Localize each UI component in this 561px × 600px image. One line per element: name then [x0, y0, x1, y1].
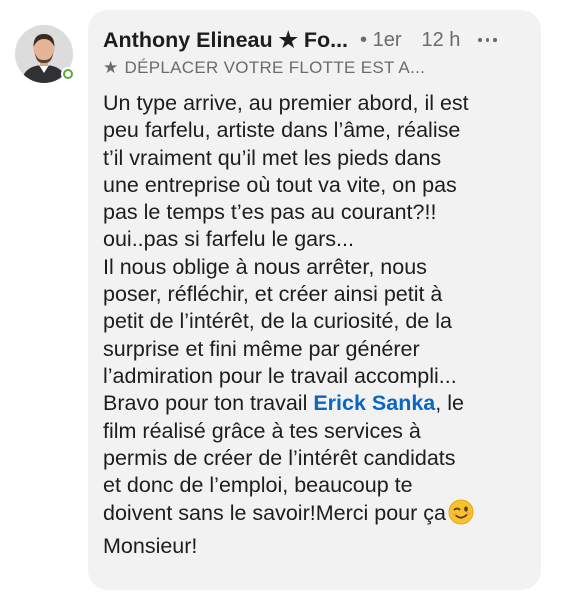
- more-options-icon[interactable]: [478, 34, 497, 46]
- connection-degree: • 1er: [360, 28, 402, 51]
- comment-line: surprise et fini même par générer: [103, 336, 420, 361]
- comment-line: Un type arrive, au premier abord, il est: [103, 91, 469, 115]
- comment-line-with-mention: Bravo pour ton travail Erick Sanka, le: [103, 390, 535, 417]
- comment-line: une entreprise où tout va vite, on pas: [103, 172, 457, 197]
- comment-line: Il nous oblige à nous arrêter, nous: [103, 254, 427, 279]
- comment-line: poser, réfléchir, et créer ainsi petit à: [103, 282, 443, 307]
- comment-line: l’admiration pour le travail accompli...: [103, 363, 457, 388]
- author-headline-text: DÉPLACER VOTRE FLOTTE EST A...: [124, 58, 426, 77]
- comment-timestamp: 12 h: [421, 28, 461, 51]
- comment-line: pas le temps t’es pas au courant?!!: [103, 200, 437, 225]
- online-status-icon: [61, 67, 75, 81]
- comment-line: petit de l’intérêt, de la curiosité, de …: [103, 309, 452, 334]
- comment-header: Anthony Elineau ★ Fo... • 1er 12 h: [103, 26, 528, 54]
- comment-line: peu farfelu, artiste dans l’âme, réalise: [103, 118, 461, 143]
- author-avatar[interactable]: [15, 25, 75, 83]
- comment-body: Un type arrive, au premier abord, il est…: [103, 90, 535, 560]
- comment-card: Anthony Elineau ★ Fo... • 1er 12 h ★ DÉP…: [88, 10, 541, 590]
- comment-line: oui..pas si farfelu le gars...: [103, 227, 354, 252]
- mention-prefix: Bravo pour ton travail: [103, 391, 314, 416]
- comment-line: et donc de l’emploi, beaucoup te: [103, 473, 413, 498]
- star-icon: ★: [103, 58, 119, 77]
- comment-line-with-emoji: doivent sans le savoir!Merci pour ça: [103, 499, 535, 532]
- winking-face-icon: [448, 499, 474, 532]
- comment-line: Monsieur!: [103, 533, 198, 558]
- author-name[interactable]: Anthony Elineau ★ Fo...: [103, 28, 348, 53]
- mention-suffix: , le: [435, 391, 464, 416]
- comment-line: film réalisé grâce à tes services à: [103, 418, 421, 443]
- comment-line: permis de créer de l’intérêt candidats: [103, 445, 456, 470]
- author-headline: ★ DÉPLACER VOTRE FLOTTE EST A...: [103, 56, 523, 80]
- comment-line: t’il vraiment qu’il met les pieds dans: [103, 145, 442, 170]
- comment-line-text: doivent sans le savoir!Merci pour ça: [103, 501, 446, 526]
- mention-link[interactable]: Erick Sanka: [313, 391, 435, 415]
